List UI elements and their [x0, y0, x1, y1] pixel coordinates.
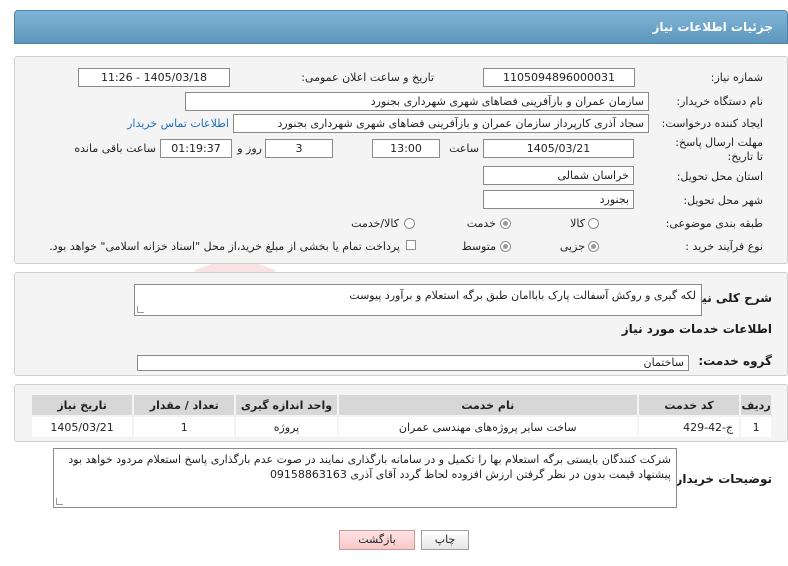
deadline-date-field: 1405/03/21 — [483, 139, 634, 158]
category-radio-service[interactable] — [500, 218, 511, 229]
requester-field: سجاد آذری کارپرداز سازمان عمران و بازآفر… — [233, 114, 649, 133]
table-header-row: ردیف کد خدمت نام خدمت واحد اندازه گیری ت… — [32, 395, 771, 415]
category-option-goods-service: کالا/خدمت — [351, 217, 399, 230]
remaining-time-field: 01:19:37 — [160, 139, 232, 158]
row-number-cell: 1 — [741, 417, 771, 437]
need-number-label: شماره نیاز: — [710, 71, 763, 84]
col-need-date: تاریخ نیاز — [32, 395, 133, 415]
category-option-goods: کالا — [570, 217, 585, 230]
deadline-label: مهلت ارسال پاسخ: تا تاریخ: — [675, 136, 763, 163]
services-section-title: اطلاعات خدمات مورد نیاز — [621, 322, 772, 336]
remaining-days-label: روز و — [237, 142, 262, 155]
resize-grip-icon[interactable] — [137, 306, 144, 313]
buyer-notes-textarea[interactable]: شرکت کنندگان بایستی برگه استعلام بها را … — [53, 448, 677, 508]
summary-textarea[interactable]: لکه گیری و روکش آسفالت پارک باباامان طبق… — [134, 284, 702, 316]
print-button[interactable]: چاپ — [421, 530, 469, 550]
deadline-time-label: ساعت — [449, 142, 479, 155]
announce-datetime-label: تاریخ و ساعت اعلان عمومی: — [301, 71, 434, 84]
col-row-number: ردیف — [741, 395, 771, 415]
buyer-contact-link[interactable]: اطلاعات تماس خریدار — [127, 117, 229, 130]
need-number-field: 1105094896000031 — [483, 68, 635, 87]
province-field: خراسان شمالی — [483, 166, 634, 185]
quantity-cell: 1 — [134, 417, 235, 437]
buyer-notes-text: شرکت کنندگان بایستی برگه استعلام بها را … — [68, 453, 671, 481]
remaining-days-field: 3 — [265, 139, 333, 158]
summary-text: لکه گیری و روکش آسفالت پارک باباامان طبق… — [349, 289, 696, 302]
buyer-org-label: نام دستگاه خریدار: — [676, 95, 763, 108]
services-table: ردیف کد خدمت نام خدمت واحد اندازه گیری ت… — [30, 393, 773, 439]
remaining-time-label: ساعت باقی مانده — [74, 142, 156, 155]
city-field: بجنورد — [483, 190, 634, 209]
service-group-label: گروه خدمت: — [698, 354, 772, 368]
page-header: جزئیات اطلاعات نیاز — [14, 10, 788, 44]
treasury-payment-note: پرداخت تمام یا بخشی از مبلغ خرید،از محل … — [49, 240, 400, 253]
service-name-cell: ساخت سایر پروژه‌های مهندسی عمران — [338, 417, 637, 437]
category-radio-goods-service[interactable] — [404, 218, 415, 229]
announce-datetime-field: 1405/03/18 - 11:26 — [78, 68, 230, 87]
category-label: طبقه بندی موضوعی: — [665, 217, 763, 230]
treasury-payment-checkbox[interactable] — [406, 240, 416, 250]
unit-cell: پروژه — [236, 417, 337, 437]
buyer-org-field: سازمان عمران و بازآفرینی فضاهای شهری شهر… — [185, 92, 649, 111]
buyer-notes-label: توضیحات خریدار: — [670, 472, 772, 486]
purchase-option-minor: جزیی — [559, 240, 585, 253]
table-row: 1 ج-42-429 ساخت سایر پروژه‌های مهندسی عم… — [32, 417, 771, 437]
category-radio-goods[interactable] — [588, 218, 599, 229]
city-label: شهر محل تحویل: — [683, 194, 763, 207]
purchase-radio-medium[interactable] — [500, 241, 511, 252]
page-title: جزئیات اطلاعات نیاز — [652, 20, 773, 34]
col-service-code: کد خدمت — [638, 395, 740, 415]
deadline-time-field: 13:00 — [372, 139, 440, 158]
requester-label: ایجاد کننده درخواست: — [661, 117, 763, 130]
resize-grip-icon[interactable] — [56, 498, 63, 505]
col-service-name: نام خدمت — [338, 395, 637, 415]
col-quantity: تعداد / مقدار — [134, 395, 235, 415]
province-label: استان محل تحویل: — [676, 170, 763, 183]
back-button[interactable]: بازگشت — [339, 530, 415, 550]
purchase-radio-minor[interactable] — [588, 241, 599, 252]
service-group-field: ساختمان — [137, 355, 689, 371]
purchase-type-label: نوع فرآیند خرید : — [685, 240, 763, 253]
category-option-service: خدمت — [466, 217, 496, 230]
service-code-cell: ج-42-429 — [638, 417, 740, 437]
purchase-option-medium: متوسط — [461, 240, 496, 253]
need-date-cell: 1405/03/21 — [32, 417, 133, 437]
col-unit: واحد اندازه گیری — [236, 395, 337, 415]
